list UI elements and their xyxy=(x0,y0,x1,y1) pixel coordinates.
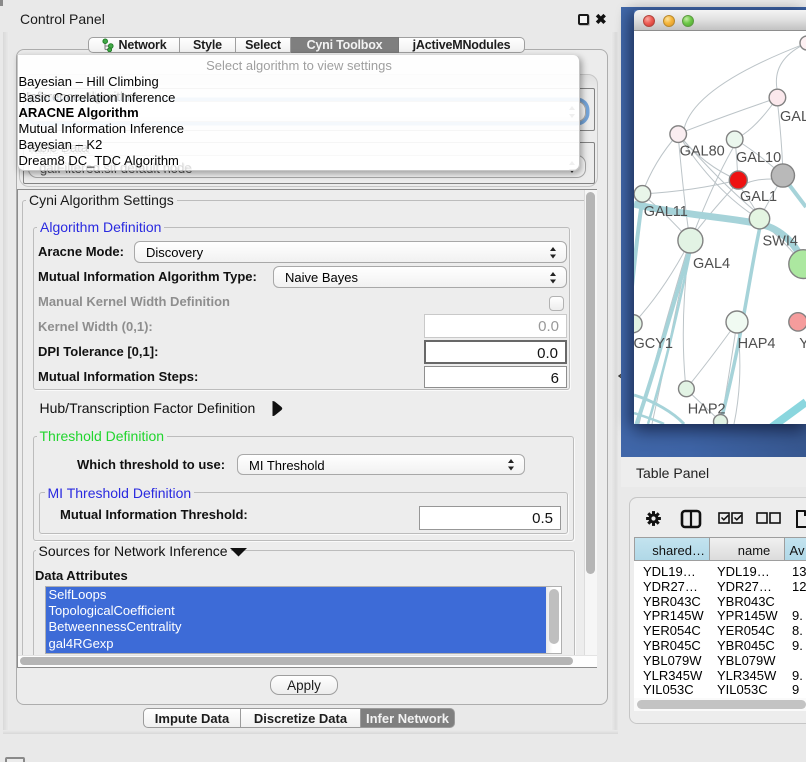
svg-text:GCY1: GCY1 xyxy=(634,336,673,352)
svg-text:GAL11: GAL11 xyxy=(644,204,688,220)
svg-text:GAL80: GAL80 xyxy=(680,143,725,159)
svg-text:HAP4: HAP4 xyxy=(738,336,776,352)
svg-text:GAL4: GAL4 xyxy=(693,256,730,272)
svg-text:YGL0: YGL0 xyxy=(799,336,806,352)
svg-text:GAL1: GAL1 xyxy=(740,189,777,205)
svg-text:HAP2: HAP2 xyxy=(688,402,726,418)
svg-text:GAL2: GAL2 xyxy=(780,109,806,125)
svg-text:SWI4: SWI4 xyxy=(763,234,798,250)
svg-text:GAL10: GAL10 xyxy=(736,150,781,166)
